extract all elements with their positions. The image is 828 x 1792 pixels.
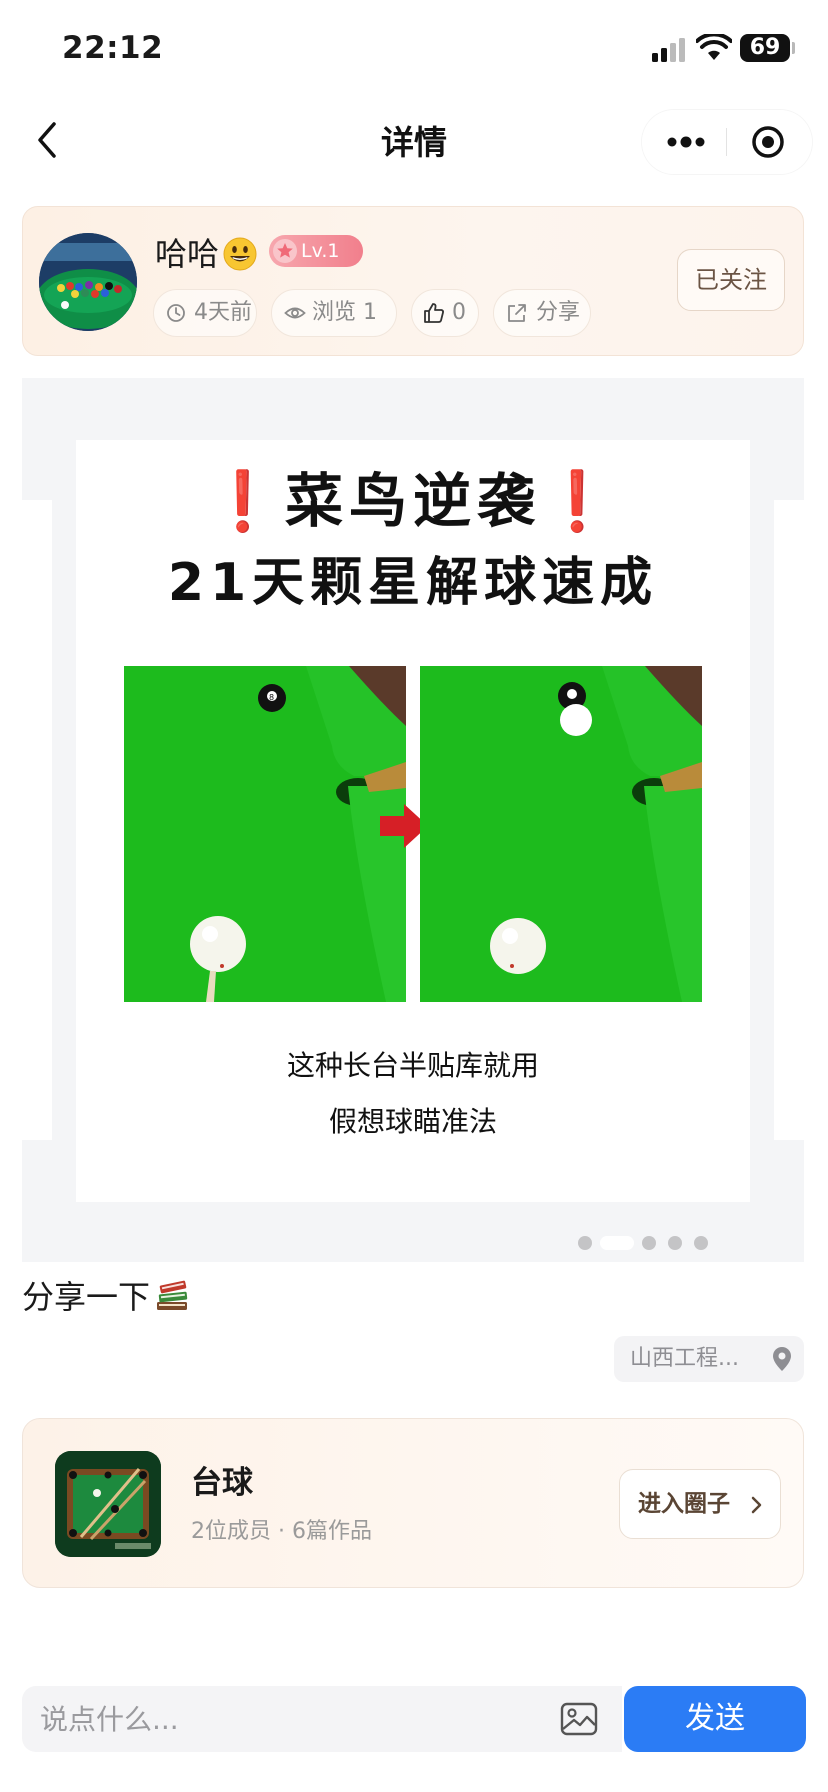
exclamation-icon: ❗ [541, 467, 620, 535]
share-label: 分享 [536, 300, 581, 325]
carousel-dot[interactable] [694, 1236, 708, 1250]
views-chip: 浏览 1 [271, 289, 397, 337]
thumbs-up-icon [424, 303, 444, 323]
miniapp-capsule [642, 110, 812, 174]
capsule-divider [726, 128, 727, 156]
battery-tip [792, 42, 795, 54]
slide-caption-line2: 假想球瞄准法 [328, 1105, 497, 1138]
author-name-text: 哈哈 [155, 235, 220, 273]
level-badge: Lv.1 [269, 235, 363, 267]
author-name[interactable]: 哈哈 [155, 229, 257, 275]
signal-icon [652, 38, 686, 62]
prev-slide-peek [22, 500, 52, 1140]
location-text: 山西工程... [630, 1346, 739, 1371]
send-button[interactable]: 发送 [624, 1686, 806, 1752]
enter-circle-label: 进入圈子 [638, 1491, 730, 1517]
author-card: 哈哈 Lv.1 4天前 浏览 1 0 分享 已关注 [22, 206, 804, 356]
carousel-slide[interactable]: ❗菜鸟逆袭❗ 21天颗星解球速成 8 这种长台半贴库就用 假想球瞄准法 [76, 440, 750, 1202]
follow-button[interactable]: 已关注 [677, 249, 785, 311]
location-tag[interactable]: 山西工程... [614, 1336, 804, 1382]
chevron-right-icon [751, 1496, 762, 1514]
like-button[interactable]: 0 [411, 289, 479, 337]
status-time: 22:12 [62, 30, 164, 66]
billiard-photo-before: 8 [124, 666, 406, 1002]
slide-caption-line1: 这种长台半贴库就用 [286, 1049, 539, 1082]
slide-title-line1: ❗菜鸟逆袭❗ [76, 454, 750, 538]
circle-card[interactable]: 台球 2位成员 · 6篇作品 进入圈子 [22, 1418, 804, 1588]
time-ago: 4天前 [194, 300, 252, 325]
share-icon [508, 304, 526, 322]
time-chip: 4天前 [153, 289, 257, 337]
svg-text:8: 8 [269, 693, 274, 702]
carousel-dot-active[interactable] [600, 1236, 634, 1250]
level-text: Lv.1 [301, 240, 340, 262]
circle-stats: 2位成员 · 6篇作品 [191, 1519, 372, 1544]
share-button[interactable]: 分享 [493, 289, 591, 337]
clock-icon [167, 304, 185, 322]
next-slide-peek [774, 500, 804, 1140]
exclamation-icon: ❗ [206, 467, 285, 535]
battery-icon: 69 [740, 34, 790, 62]
status-bar: 22:12 69 [0, 0, 828, 96]
slide-title-line2: 21天颗星解球速成 [167, 553, 659, 613]
slide-title-text: 菜鸟逆袭 [284, 467, 541, 535]
comment-bar [22, 1686, 622, 1752]
more-dots-icon[interactable] [664, 132, 708, 152]
star-icon [273, 239, 297, 263]
carousel-dot[interactable] [578, 1236, 592, 1250]
carousel-dot[interactable] [668, 1236, 682, 1250]
comment-input[interactable] [40, 1686, 520, 1752]
carousel-dot[interactable] [642, 1236, 656, 1250]
image-carousel[interactable]: ❗菜鸟逆袭❗ 21天颗星解球速成 8 这种长台半贴库就用 假想球瞄准法 [22, 378, 804, 1262]
books-emoji-icon [157, 1280, 188, 1310]
post-text: 分享一下 [22, 1272, 190, 1318]
image-picker-icon[interactable] [560, 1702, 598, 1736]
billiard-photo-after [420, 666, 702, 1002]
eye-icon [284, 307, 306, 319]
smiley-emoji-icon [223, 237, 257, 271]
location-pin-icon [773, 1347, 791, 1371]
likes-count: 0 [452, 300, 466, 325]
avatar[interactable] [39, 233, 137, 331]
close-miniapp-icon[interactable] [750, 124, 786, 160]
enter-circle-button[interactable]: 进入圈子 [619, 1469, 781, 1539]
circle-avatar [55, 1451, 161, 1557]
wifi-icon [696, 34, 732, 60]
circle-name: 台球 [191, 1465, 253, 1501]
views-count: 浏览 1 [312, 300, 377, 325]
nav-bar: 详情 [0, 96, 828, 184]
post-text-content: 分享一下 [22, 1278, 151, 1316]
